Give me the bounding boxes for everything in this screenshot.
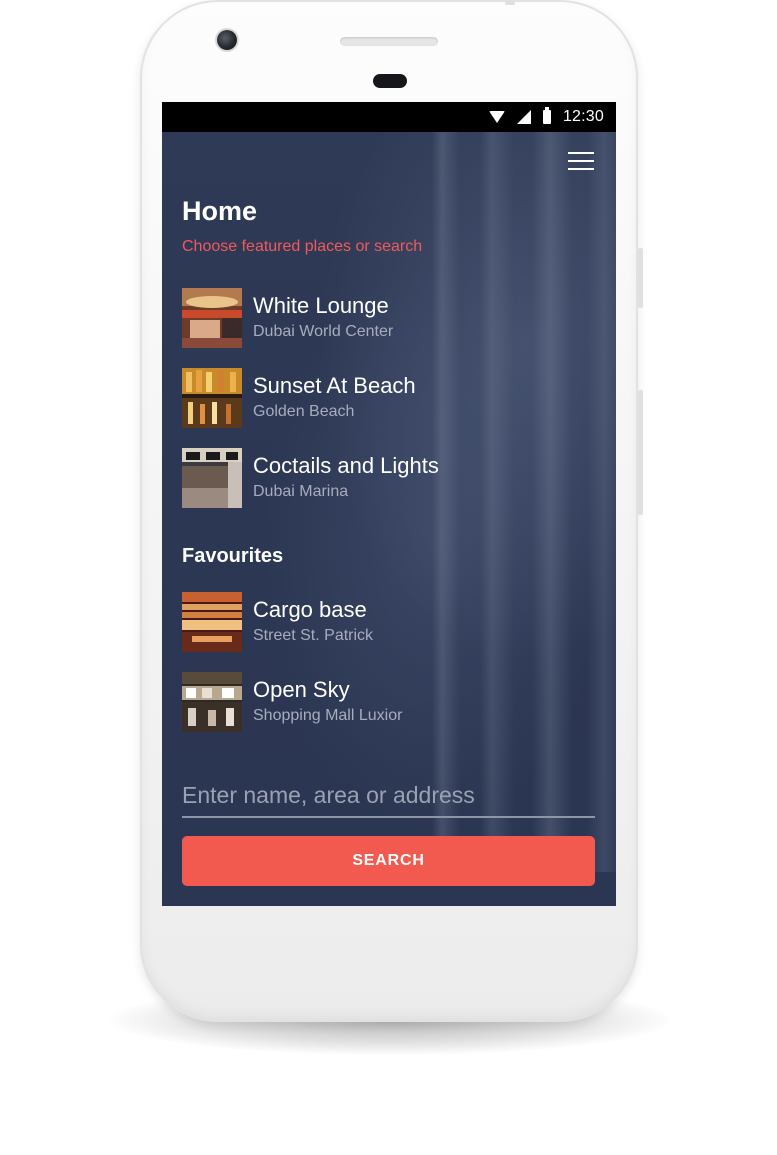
wifi-icon — [488, 111, 505, 123]
featured-place-coctails-and-lights[interactable]: Coctails and Lights Dubai Marina — [182, 448, 602, 508]
favourite-place-cargo-base[interactable]: Cargo base Street St. Patrick — [182, 592, 602, 652]
place-location: Dubai World Center — [253, 323, 394, 340]
place-name: Coctails and Lights — [253, 453, 439, 478]
place-thumbnail — [182, 368, 242, 428]
place-thumbnail — [182, 288, 242, 348]
featured-place-white-lounge[interactable]: White Lounge Dubai World Center — [182, 288, 602, 348]
favourite-place-open-sky[interactable]: Open Sky Shopping Mall Luxior — [182, 672, 602, 732]
status-bar: 12:30 — [162, 102, 616, 132]
search-button[interactable]: SEARCH — [182, 836, 595, 886]
page-subtitle: Choose featured places or search — [182, 238, 423, 255]
place-thumbnail — [182, 592, 242, 652]
front-camera — [217, 30, 237, 50]
menu-icon[interactable] — [568, 152, 594, 172]
search-field-container — [182, 774, 595, 818]
place-name: Open Sky — [253, 677, 350, 702]
place-location: Shopping Mall Luxior — [253, 707, 403, 724]
place-location: Dubai Marina — [253, 483, 349, 500]
power-button — [505, 0, 515, 5]
place-location: Golden Beach — [253, 403, 355, 420]
status-time: 12:30 — [562, 108, 604, 125]
search-input[interactable] — [182, 778, 595, 812]
place-thumbnail — [182, 672, 242, 732]
favourites-title: Favourites — [182, 545, 284, 567]
proximity-sensor — [373, 74, 407, 88]
volume-button — [638, 390, 643, 515]
place-name: White Lounge — [253, 293, 389, 318]
app-screen: 12:30 Home Choose featured places or sea… — [162, 102, 616, 906]
featured-place-sunset-at-beach[interactable]: Sunset At Beach Golden Beach — [182, 368, 602, 428]
place-location: Street St. Patrick — [253, 627, 374, 644]
device-mockup: 12:30 Home Choose featured places or sea… — [0, 0, 777, 1155]
place-thumbnail — [182, 448, 242, 508]
place-name: Cargo base — [253, 597, 367, 622]
signal-icon — [516, 110, 531, 124]
battery-icon — [542, 107, 551, 124]
earpiece-speaker — [340, 37, 438, 46]
page-title: Home — [182, 196, 258, 226]
side-button-top — [638, 248, 643, 308]
place-name: Sunset At Beach — [253, 373, 416, 398]
